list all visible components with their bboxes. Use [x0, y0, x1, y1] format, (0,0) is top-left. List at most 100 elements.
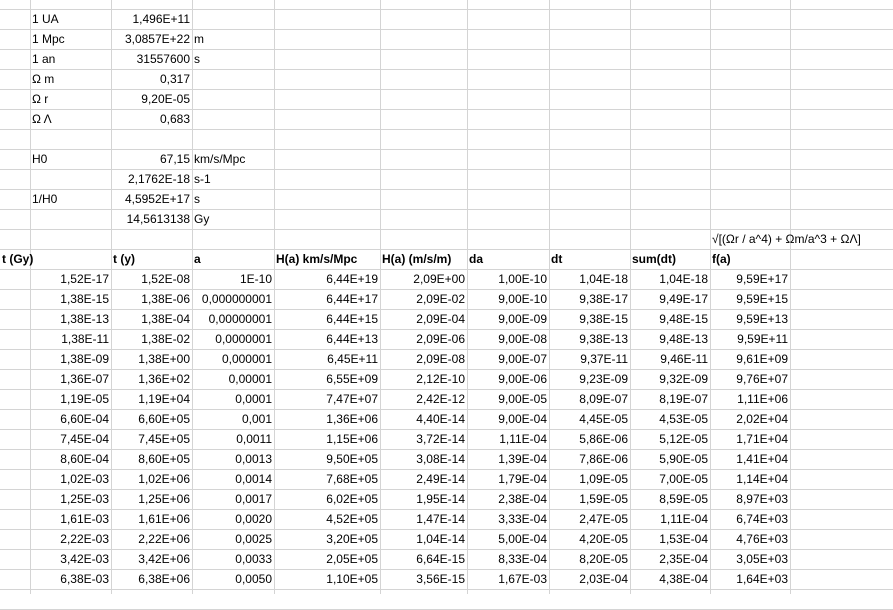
data-cell[interactable]: 1,15E+06: [274, 430, 380, 449]
data-cell[interactable]: 1,61E+06: [111, 510, 192, 529]
data-cell[interactable]: 4,38E-04: [630, 570, 710, 589]
constant-value-cell[interactable]: [111, 130, 192, 149]
constant-label-cell[interactable]: H0: [30, 150, 111, 169]
data-cell[interactable]: 5,86E-06: [549, 430, 630, 449]
data-cell[interactable]: 9,59E+17: [710, 270, 790, 289]
data-cell[interactable]: 9,23E-09: [549, 370, 630, 389]
data-cell[interactable]: 6,64E-15: [380, 550, 467, 569]
data-cell[interactable]: 1,04E-14: [380, 530, 467, 549]
data-cell[interactable]: 1,79E-04: [467, 470, 549, 489]
constant-unit-cell[interactable]: km/s/Mpc: [192, 150, 274, 169]
data-cell[interactable]: 1,52E-17: [30, 270, 111, 289]
spreadsheet-grid[interactable]: 1 UA 1,496E+11 1 Mpc 3,0857E+22 m 1 an 3155760…: [0, 0, 893, 610]
constant-unit-cell[interactable]: s: [192, 50, 274, 69]
data-cell[interactable]: 2,12E-10: [380, 370, 467, 389]
column-header-cell[interactable]: f(a): [710, 250, 790, 269]
data-cell[interactable]: 2,09E+00: [380, 270, 467, 289]
data-cell[interactable]: 3,42E+06: [111, 550, 192, 569]
data-cell[interactable]: 9,46E-11: [630, 350, 710, 369]
data-cell[interactable]: 9,00E-06: [467, 370, 549, 389]
data-cell[interactable]: 0,000000001: [192, 290, 274, 309]
data-cell[interactable]: 2,38E-04: [467, 490, 549, 509]
data-cell[interactable]: 1,53E-04: [630, 530, 710, 549]
data-cell[interactable]: 1,38E-11: [30, 330, 111, 349]
data-cell[interactable]: 1,67E-03: [467, 570, 549, 589]
constant-label-cell[interactable]: 1 an: [30, 50, 111, 69]
constant-unit-cell[interactable]: [192, 10, 274, 29]
data-cell[interactable]: 6,44E+13: [274, 330, 380, 349]
data-cell[interactable]: 1,19E+04: [111, 390, 192, 409]
data-cell[interactable]: 1,71E+04: [710, 430, 790, 449]
data-cell[interactable]: 7,45E+05: [111, 430, 192, 449]
data-cell[interactable]: 5,90E-05: [630, 450, 710, 469]
data-cell[interactable]: 8,97E+03: [710, 490, 790, 509]
data-cell[interactable]: 2,02E+04: [710, 410, 790, 429]
data-cell[interactable]: 2,42E-12: [380, 390, 467, 409]
data-cell[interactable]: 3,42E-03: [30, 550, 111, 569]
data-cell[interactable]: 1,25E+06: [111, 490, 192, 509]
data-cell[interactable]: 2,22E+06: [111, 530, 192, 549]
data-cell[interactable]: 2,09E-06: [380, 330, 467, 349]
data-cell[interactable]: 1,02E+06: [111, 470, 192, 489]
data-cell[interactable]: 0,0001: [192, 390, 274, 409]
data-cell[interactable]: 0,001: [192, 410, 274, 429]
column-header-cell[interactable]: H(a) (m/s/m): [380, 250, 467, 269]
data-cell[interactable]: 6,60E+05: [111, 410, 192, 429]
data-cell[interactable]: 9,38E-17: [549, 290, 630, 309]
data-cell[interactable]: 9,76E+07: [710, 370, 790, 389]
data-cell[interactable]: 2,22E-03: [30, 530, 111, 549]
data-cell[interactable]: 1,10E+05: [274, 570, 380, 589]
data-cell[interactable]: 1,11E-04: [630, 510, 710, 529]
data-cell[interactable]: 8,33E-04: [467, 550, 549, 569]
constant-value-cell[interactable]: 67,15: [111, 150, 192, 169]
data-cell[interactable]: 9,00E-07: [467, 350, 549, 369]
data-cell[interactable]: 2,49E-14: [380, 470, 467, 489]
data-cell[interactable]: 0,0017: [192, 490, 274, 509]
data-cell[interactable]: 1,38E-04: [111, 310, 192, 329]
data-cell[interactable]: 1,38E-09: [30, 350, 111, 369]
data-cell[interactable]: 8,59E-05: [630, 490, 710, 509]
data-cell[interactable]: 3,56E-15: [380, 570, 467, 589]
data-cell[interactable]: 6,44E+17: [274, 290, 380, 309]
data-cell[interactable]: 1,19E-05: [30, 390, 111, 409]
data-cell[interactable]: 1,52E-08: [111, 270, 192, 289]
constant-unit-cell[interactable]: [192, 90, 274, 109]
data-cell[interactable]: 9,38E-15: [549, 310, 630, 329]
constant-value-cell[interactable]: 3,0857E+22: [111, 30, 192, 49]
data-cell[interactable]: 1,11E-04: [467, 430, 549, 449]
column-header-cell[interactable]: a: [192, 250, 274, 269]
data-cell[interactable]: 9,38E-13: [549, 330, 630, 349]
data-cell[interactable]: 1,36E-07: [30, 370, 111, 389]
data-cell[interactable]: 6,74E+03: [710, 510, 790, 529]
constant-unit-cell[interactable]: s: [192, 190, 274, 209]
constant-label-cell[interactable]: [30, 130, 111, 149]
data-cell[interactable]: 1,14E+04: [710, 470, 790, 489]
data-cell[interactable]: 3,05E+03: [710, 550, 790, 569]
data-cell[interactable]: 0,0000001: [192, 330, 274, 349]
data-cell[interactable]: 1,25E-03: [30, 490, 111, 509]
data-cell[interactable]: 4,52E+05: [274, 510, 380, 529]
data-cell[interactable]: 9,61E+09: [710, 350, 790, 369]
data-cell[interactable]: 1,11E+06: [710, 390, 790, 409]
data-cell[interactable]: 5,00E-04: [467, 530, 549, 549]
data-cell[interactable]: 9,00E-08: [467, 330, 549, 349]
constant-label-cell[interactable]: Ω m: [30, 70, 111, 89]
data-cell[interactable]: 8,60E-04: [30, 450, 111, 469]
data-cell[interactable]: 0,0020: [192, 510, 274, 529]
data-cell[interactable]: 1,04E-18: [549, 270, 630, 289]
data-cell[interactable]: 1,38E-13: [30, 310, 111, 329]
column-header-cell[interactable]: t (y): [111, 250, 192, 269]
constant-label-cell[interactable]: 1 UA: [30, 10, 111, 29]
data-cell[interactable]: 0,0050: [192, 570, 274, 589]
data-cell[interactable]: 1,09E-05: [549, 470, 630, 489]
data-cell[interactable]: 1,47E-14: [380, 510, 467, 529]
data-cell[interactable]: 0,0011: [192, 430, 274, 449]
data-cell[interactable]: 9,32E-09: [630, 370, 710, 389]
data-cell[interactable]: 4,20E-05: [549, 530, 630, 549]
data-cell[interactable]: 9,48E-13: [630, 330, 710, 349]
constant-label-cell[interactable]: 1 Mpc: [30, 30, 111, 49]
data-cell[interactable]: 1,39E-04: [467, 450, 549, 469]
constant-label-cell[interactable]: [30, 210, 111, 229]
constant-value-cell[interactable]: 2,1762E-18: [111, 170, 192, 189]
data-cell[interactable]: 9,59E+13: [710, 310, 790, 329]
